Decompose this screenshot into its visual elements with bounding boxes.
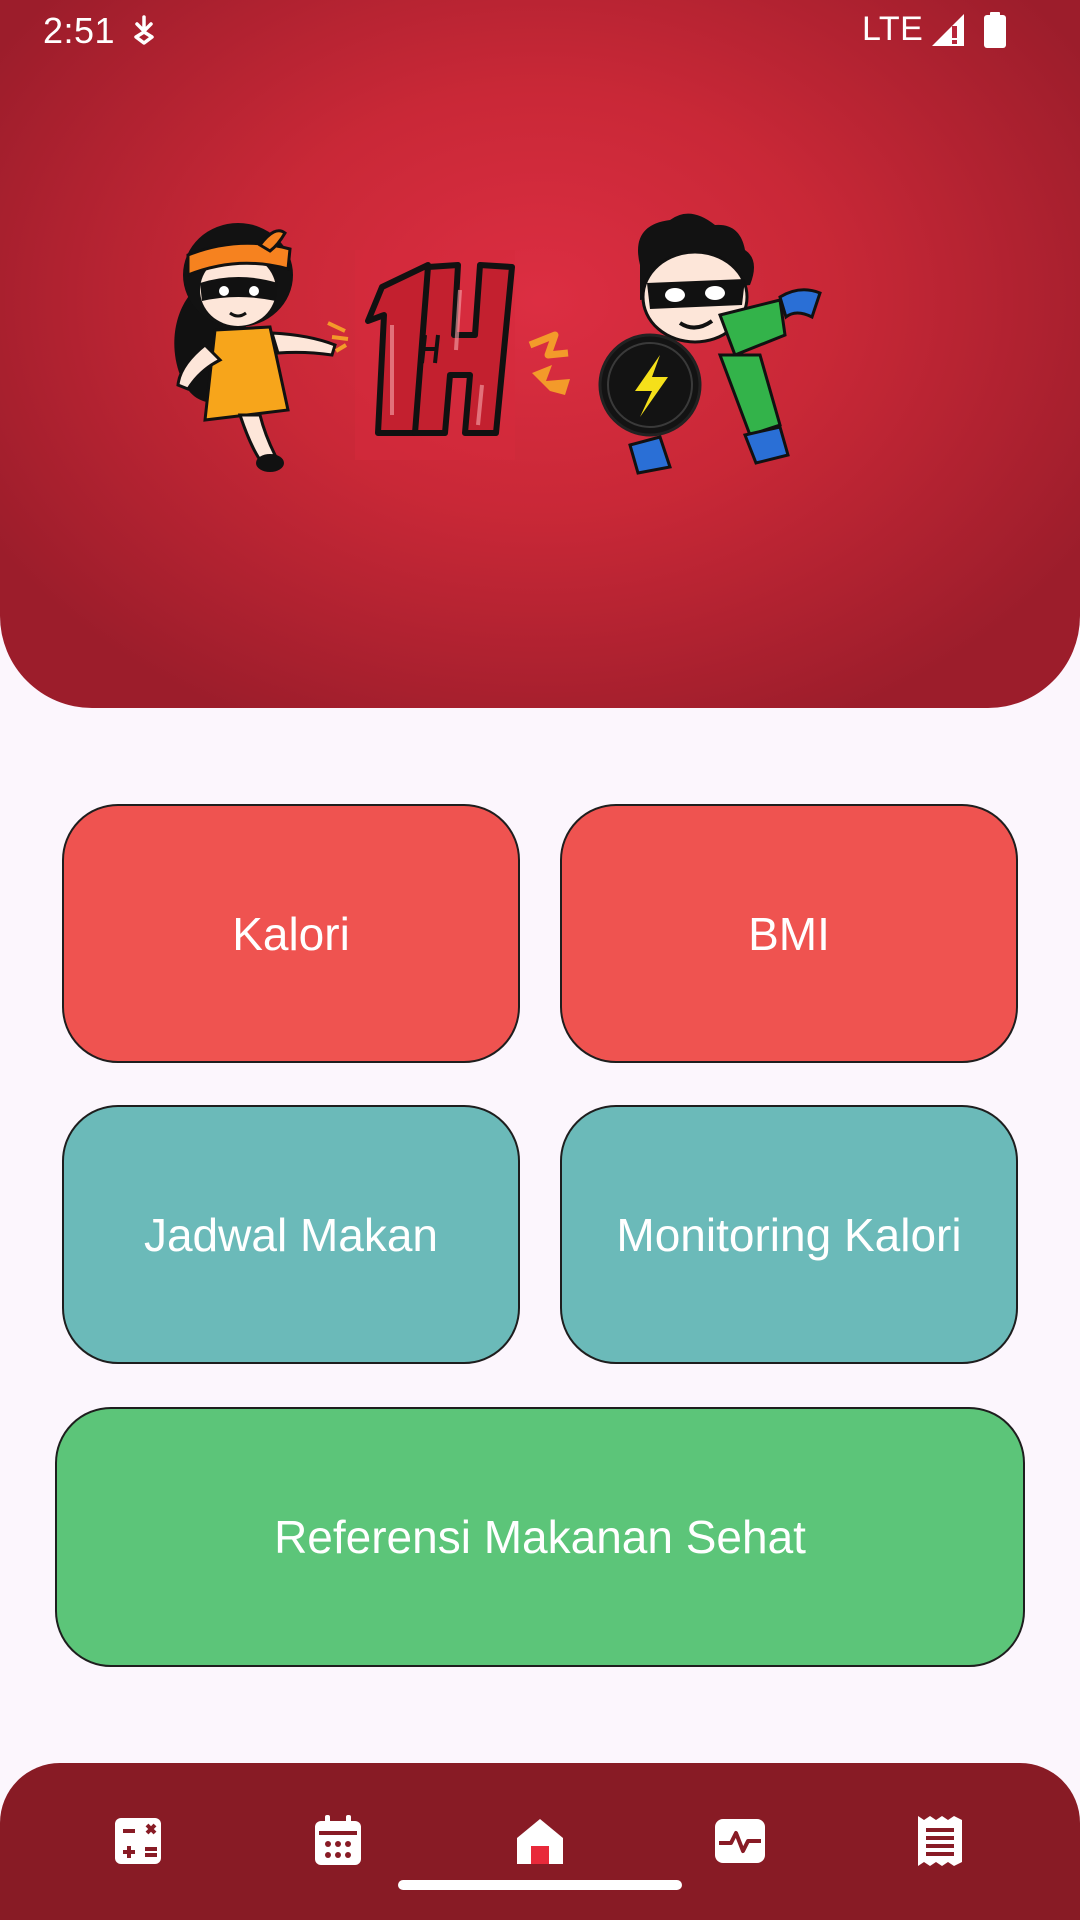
bottom-navigation: [0, 1763, 1080, 1920]
status-time: 2:51: [43, 10, 116, 51]
jadwal-makan-button[interactable]: Jadwal Makan: [62, 1105, 520, 1364]
girl-mascot-icon: [174, 223, 337, 472]
monitoring-kalori-button[interactable]: Monitoring Kalori: [560, 1105, 1018, 1364]
bmi-button[interactable]: BMI: [560, 804, 1018, 1063]
monitoring-kalori-label: Monitoring Kalori: [616, 1208, 962, 1261]
referensi-makanan-label: Referensi Makanan Sehat: [274, 1511, 806, 1563]
nav-calculator[interactable]: [108, 1813, 168, 1873]
activity-icon: [713, 1817, 767, 1870]
nav-activity[interactable]: [710, 1813, 770, 1873]
gesture-handle[interactable]: [398, 1880, 682, 1890]
signal-icon: [930, 12, 966, 53]
logo-icon: [327, 250, 570, 460]
referensi-makanan-button[interactable]: Referensi Makanan Sehat: [55, 1407, 1025, 1667]
boy-mascot-icon: [598, 213, 822, 475]
header-banner: 2:51 LTE: [0, 0, 1080, 708]
calculator-icon: [113, 1816, 163, 1871]
battery-icon: [984, 12, 1006, 53]
home-icon: [515, 1816, 565, 1871]
nav-home[interactable]: [510, 1813, 570, 1873]
hero-illustration: [160, 205, 920, 505]
status-bar: 2:51 LTE: [0, 0, 1080, 62]
receipt-icon: [916, 1814, 964, 1873]
nav-receipt[interactable]: [910, 1813, 970, 1873]
nav-calendar[interactable]: [308, 1813, 368, 1873]
bmi-label: BMI: [748, 907, 830, 960]
download-icon: [132, 14, 156, 51]
kalori-button[interactable]: Kalori: [62, 804, 520, 1063]
network-type: LTE: [862, 10, 924, 48]
jadwal-makan-label: Jadwal Makan: [143, 1208, 439, 1261]
calendar-icon: [313, 1814, 363, 1872]
kalori-label: Kalori: [232, 907, 350, 960]
